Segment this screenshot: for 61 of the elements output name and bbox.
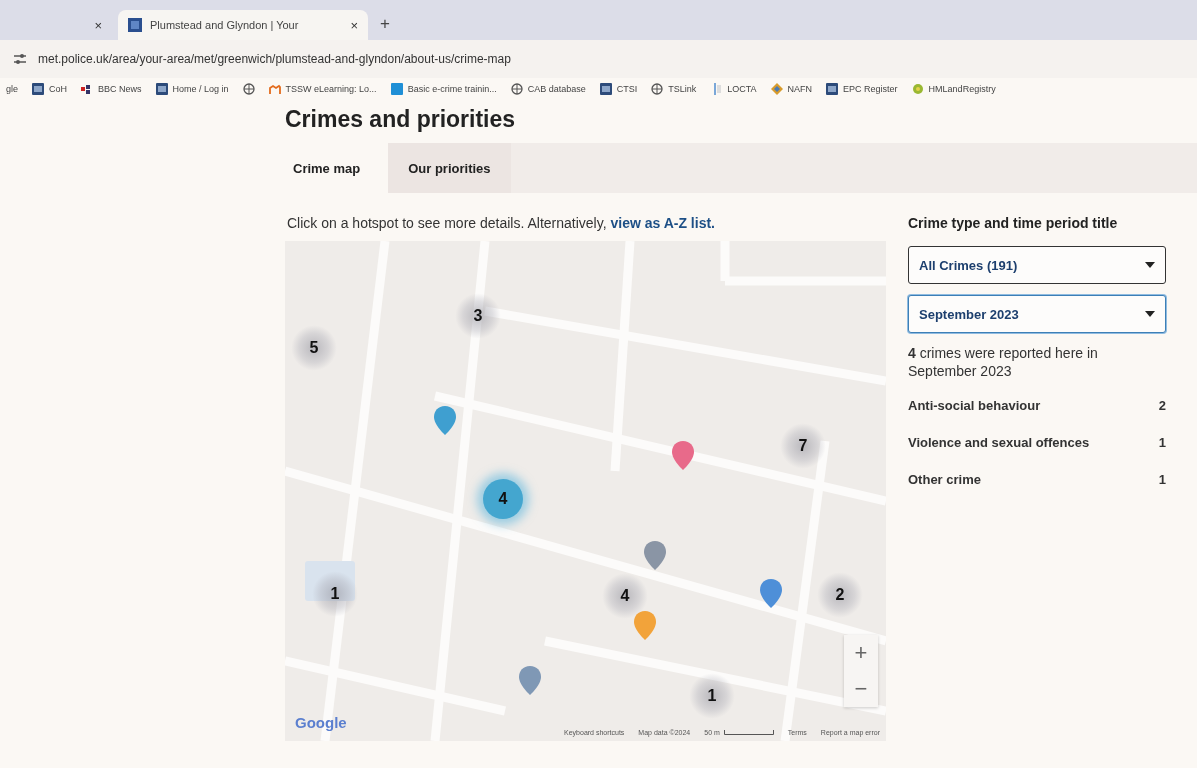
filter-dropdown[interactable]: September 2023 (908, 295, 1166, 333)
bookmark-link[interactable]: CTSI (599, 83, 638, 95)
bookmark-link[interactable]: gle (6, 84, 18, 94)
globe-icon (242, 83, 255, 95)
globe-icon (651, 83, 664, 95)
bookmark-link[interactable]: Basic e-crime trainin... (390, 83, 497, 95)
bookmark-link[interactable] (242, 83, 255, 95)
bookmark-link[interactable]: Home / Log in (155, 83, 229, 95)
crime-type-label: Anti-social behaviour (908, 398, 1041, 413)
caret-icon (1145, 262, 1155, 268)
bookmark-link[interactable]: EPC Register (826, 83, 898, 95)
hotspot-marker[interactable]: 2 (817, 572, 863, 618)
globe-icon (510, 83, 523, 95)
bookmark-icon (599, 83, 612, 95)
filter-dropdown[interactable]: All Crimes (191) (908, 246, 1166, 284)
browser-tab[interactable]: Plumstead and Glyndon | Your × (118, 10, 368, 40)
bookmark-icon (32, 83, 44, 95)
site-settings-icon (14, 54, 26, 64)
crime-count: 1 (1158, 472, 1166, 487)
map-logo: Google (295, 714, 347, 731)
bookmark-icon (826, 83, 839, 95)
map-instructions: Click on a hotspot to see more details. Alternatively, view as A-Z list. (286, 215, 716, 231)
crime-type-label: Violence and sexual offences (908, 435, 1090, 450)
bookmark-link[interactable]: CoH (32, 83, 68, 95)
hotspot-marker[interactable]: 7 (780, 423, 826, 469)
bookmark-link[interactable]: BBC News (81, 83, 142, 95)
crime-summary: 4 crimes were reported here in September 2023 (908, 344, 1099, 380)
bookmark-link[interactable]: LOCTA (710, 83, 757, 95)
hotspot-marker[interactable]: 5 (291, 325, 337, 371)
hotspot-marker[interactable]: 4 (602, 573, 648, 619)
zoom-in-button[interactable]: + (844, 635, 878, 671)
section-tab[interactable]: Crime map (285, 143, 389, 193)
crime-count: 1 (1158, 435, 1166, 450)
bookmark-link[interactable]: TSSW eLearning: Lo... (268, 83, 377, 95)
hotspot-marker[interactable]: 3 (455, 293, 501, 339)
favicon-icon (128, 18, 142, 32)
bookmark-icon (155, 83, 168, 95)
bookmark-icon (911, 83, 924, 95)
crime-count: 2 (1158, 398, 1166, 413)
browser-tab[interactable]: × (12, 10, 112, 40)
crime-type-label: Other crime (908, 472, 981, 487)
bookmark-icon (770, 83, 783, 95)
bookmark-link[interactable]: TSLink (651, 83, 697, 95)
scale-bar-icon (723, 730, 774, 735)
bookmark-link[interactable]: HMLandRegistry (911, 83, 996, 95)
bookmark-icon (268, 83, 281, 95)
caret-icon (1145, 311, 1155, 317)
url-field[interactable]: met.police.uk/area/your-area/met/greenwich/plumstead-and-glyndon/about-us/crime-map (38, 52, 511, 66)
hotspot-marker[interactable]: 1 (312, 571, 358, 617)
bookmark-link[interactable]: NAFN (770, 83, 813, 95)
close-tab-button[interactable]: × (350, 17, 358, 33)
bookmark-icon (390, 83, 403, 95)
page-heading: Crimes and priorities (285, 106, 517, 133)
hotspot-marker[interactable]: 1 (689, 673, 735, 719)
az-list-link[interactable]: view as A-Z list. (610, 215, 715, 231)
section-tab[interactable]: Our priorities (388, 143, 511, 193)
close-tab-button[interactable]: × (94, 17, 102, 33)
zoom-out-button[interactable]: − (844, 671, 878, 707)
new-tab-button[interactable]: + (380, 14, 390, 34)
bookmark-link[interactable]: CAB database (510, 83, 586, 95)
panel-title: Crime type and time period title (908, 215, 1119, 231)
